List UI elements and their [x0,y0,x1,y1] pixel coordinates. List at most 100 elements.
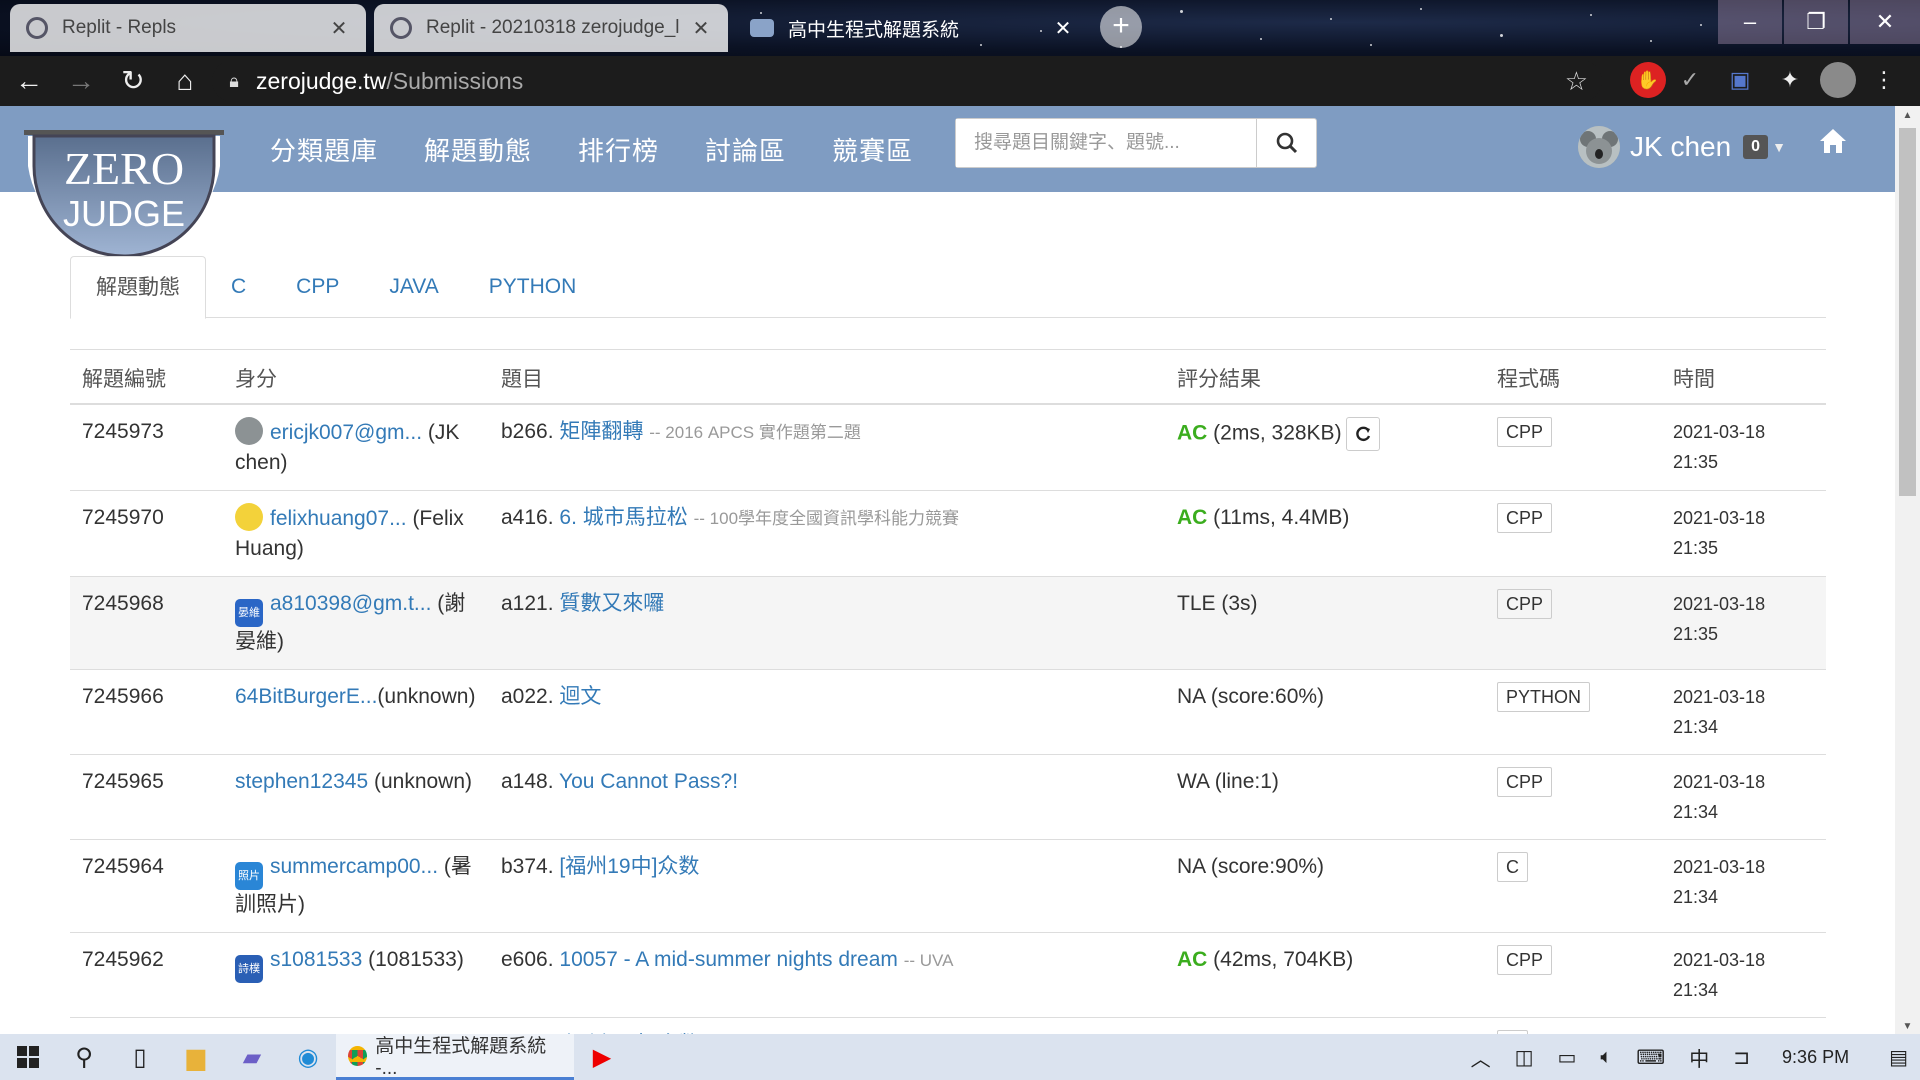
user-cell: 照片summercamp00... (暑訓照片) [223,840,489,932]
problem-link[interactable]: 矩陣翻轉 [559,420,643,443]
pikachu-avatar-icon [235,503,263,531]
nav-problem-categories[interactable]: 分類題庫 [270,131,378,168]
problem-link[interactable]: 質數又來囉 [559,592,664,615]
scroll-thumb[interactable] [1899,128,1916,496]
problem-link[interactable]: 10057 - A mid-summer nights dream [559,948,897,971]
task-view-icon[interactable]: ▯ [112,1034,168,1080]
youtube-icon[interactable]: ▶ [574,1034,630,1080]
taskbar-chrome-window[interactable]: 高中生程式解題系統 -... [336,1034,574,1080]
user-link[interactable]: summercamp00... [270,855,438,878]
tab-cpp[interactable]: CPP [271,256,364,318]
tab-java[interactable]: JAVA [364,256,463,318]
profile-avatar-icon[interactable] [1820,62,1856,98]
forward-icon[interactable]: → [58,58,104,104]
nav-contests[interactable]: 競賽區 [832,131,913,168]
user-link[interactable]: ericjk007@gm... [270,421,422,444]
minimize-icon[interactable]: – [1718,0,1782,44]
problem-link[interactable]: 迴文 [559,685,601,708]
home-icon[interactable]: ⌂ [162,58,208,104]
zerojudge-logo[interactable]: ZERO JUDGE [24,126,224,266]
result-cell: AC (42ms, 704KB) [1165,933,1485,1017]
problem-link[interactable]: [福州19中]众数 [559,855,699,878]
translate-extension-icon[interactable]: ▣ [1722,62,1758,98]
nav-ranking[interactable]: 排行榜 [578,131,659,168]
submission-time: 2021-03-18 21:35 [1673,594,1766,644]
browser-tab-replit-project[interactable]: Replit - 20210318 zerojudge_l ✕ [374,4,728,52]
user-link[interactable]: felixhuang07... [270,507,407,530]
scroll-up-icon[interactable]: ▲ [1895,110,1920,121]
address-bar[interactable]: 🔒︎ zerojudge.tw/Submissions ☆ [212,60,1602,102]
code-cell: CPP [1485,577,1661,669]
user-link[interactable]: a810398@gm.t... [270,592,431,615]
browser-tab-repls[interactable]: Replit - Repls ✕ [10,4,366,52]
close-window-icon[interactable]: ✕ [1850,0,1920,44]
windows-start-icon[interactable] [0,1034,56,1080]
reload-icon[interactable]: ↻ [110,58,156,104]
back-icon[interactable]: ← [6,58,52,104]
submission-time: 2021-03-18 21:34 [1673,857,1766,907]
close-icon[interactable]: ✕ [690,16,712,41]
close-icon[interactable]: ✕ [1052,16,1074,41]
clock[interactable]: 9:36 PM [1762,1047,1877,1068]
problem-link[interactable]: You Cannot Pass?! [559,770,738,793]
search-button[interactable] [1256,119,1316,167]
result-status[interactable]: AC [1177,422,1207,445]
bookmark-star-icon[interactable]: ☆ [1565,66,1588,97]
scroll-down-icon[interactable]: ▼ [1895,1021,1920,1032]
ime-mode-icon[interactable]: ⊐ [1721,1045,1762,1070]
table-row: 7245966 64BitBurgerE...(unknown) a022. 迴文 … [70,670,1826,755]
code-language-button[interactable]: CPP [1497,503,1553,533]
language-tabs: 解題動態 C CPP JAVA PYTHON [70,256,1826,319]
tray-overflow-icon[interactable]: ︿ [1459,1043,1503,1072]
adblock-extension-icon[interactable]: ✋ [1630,62,1666,98]
submission-id: 7245973 [82,420,164,443]
user-link[interactable]: s1081533 [270,948,362,971]
result-cell: WA (line:1) [1165,755,1485,839]
search-icon[interactable]: ⚲ [56,1034,112,1080]
problem-source: -- 2016 APCS 實作題第二題 [649,423,861,442]
result-status[interactable]: AC [1177,948,1207,971]
restore-icon[interactable]: ❐ [1784,0,1848,44]
table-row: 7245965 stephen12345 (unknown) a148. You C… [70,755,1826,840]
notification-icon[interactable]: ▤ [1877,1045,1920,1070]
edge-icon[interactable]: ◉ [280,1034,336,1080]
code-language-button[interactable]: PYTHON [1497,682,1591,712]
code-language-button[interactable]: C [1497,852,1528,882]
meet-now-icon[interactable]: ◫ [1503,1045,1546,1070]
battery-icon[interactable]: ▭ [1546,1045,1589,1070]
page-scrollbar[interactable]: ▲ ▼ [1895,106,1920,1034]
header-user: 身分 [235,368,277,391]
browser-menu-icon[interactable]: ⋮ [1866,62,1902,98]
new-tab-button[interactable]: + [1100,6,1142,48]
browser-tab-zerojudge[interactable]: 高中生程式解題系統 ✕ [734,4,1090,52]
code-language-button[interactable]: CPP [1497,589,1553,619]
code-language-button[interactable]: CPP [1497,945,1553,975]
tab-python[interactable]: PYTHON [464,256,602,318]
result-status[interactable]: AC [1177,506,1207,529]
nav-forum[interactable]: 討論區 [705,131,786,168]
ime-indicator[interactable]: 中 [1677,1043,1721,1072]
search-input[interactable] [956,119,1257,167]
url-path: /Submissions [386,67,524,94]
close-icon[interactable]: ✕ [328,16,350,41]
volume-icon[interactable]: 🔈︎ [1588,1046,1624,1069]
table-header: 解題編號 身分 題目 評分結果 程式碼 時間 [70,349,1826,405]
tab-c[interactable]: C [206,256,271,318]
user-menu[interactable]: JK chen 0 ▼ [1578,126,1786,168]
file-explorer-icon[interactable]: ▆ [168,1034,224,1080]
header-problem: 題目 [501,368,543,391]
problem-link[interactable]: 6. 城市馬拉松 [559,506,687,529]
code-language-button[interactable]: CPP [1497,417,1553,447]
user-link[interactable]: stephen12345 [235,770,368,793]
user-link[interactable]: 64BitBurgerE... [235,685,377,708]
code-language-button[interactable]: CPP [1497,767,1553,797]
rejudge-button[interactable] [1345,417,1380,451]
visual-studio-icon[interactable]: ▰ [224,1034,280,1080]
keyboard-icon[interactable]: ⌨ [1624,1045,1677,1070]
tab-title: Replit - 20210318 zerojudge_l [426,17,680,38]
check-extension-icon[interactable]: ✓ [1672,62,1708,98]
home-icon[interactable] [1818,126,1848,156]
extensions-puzzle-icon[interactable]: ✦ [1772,62,1808,98]
tab-all-submissions[interactable]: 解題動態 [70,256,206,319]
nav-submissions[interactable]: 解題動態 [424,131,532,168]
